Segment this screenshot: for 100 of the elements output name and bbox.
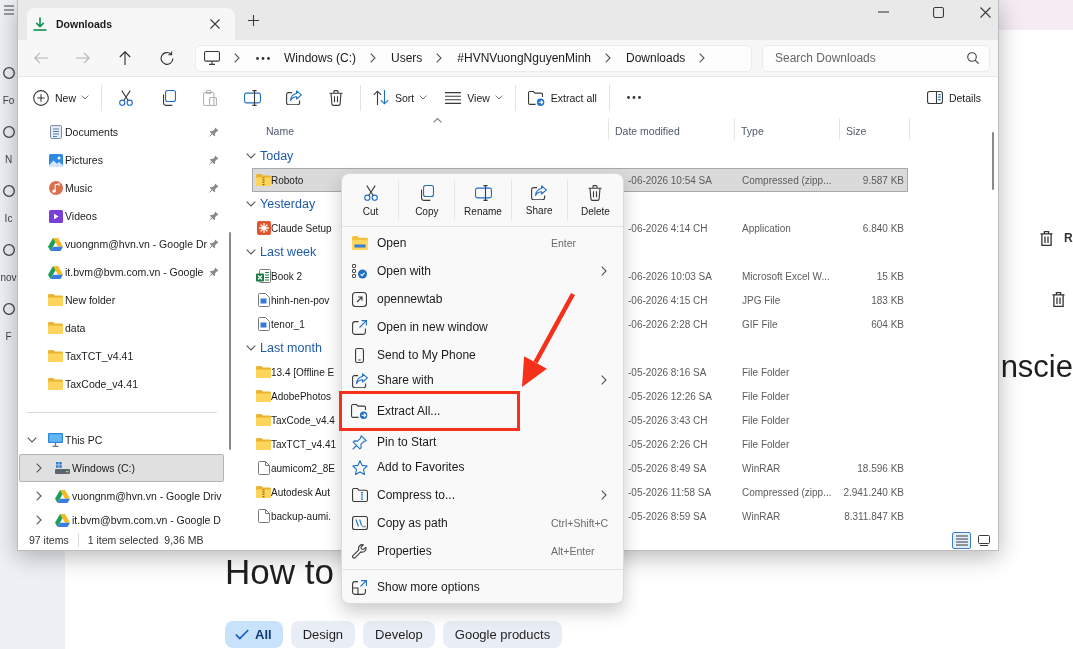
- pin-icon: [352, 434, 367, 450]
- folder-icon: [48, 322, 63, 334]
- breadcrumb-item[interactable]: Downloads: [626, 50, 686, 66]
- address-bar[interactable]: Windows (C:) Users #HVNVuongNguyenMinh Downloads: [195, 44, 752, 72]
- arrow-right-icon: [76, 52, 90, 64]
- file-name[interactable]: Book 2: [271, 269, 303, 283]
- menu-item[interactable]: Open in new window: [342, 313, 623, 341]
- file-name[interactable]: backup-aumi.: [271, 509, 332, 523]
- filter-chip[interactable]: Google products: [442, 621, 563, 648]
- menu-item[interactable]: Open Enter: [342, 229, 623, 257]
- menu-item[interactable]: Properties Alt+Enter: [342, 537, 623, 565]
- breadcrumb-item[interactable]: #HVNVuongNguyenMinh: [457, 50, 591, 66]
- sidebar-item[interactable]: it.bvm@bvm.com.vn - Google D: [19, 510, 224, 530]
- action-button[interactable]: R: [1040, 230, 1073, 246]
- search-field[interactable]: Search Downloads: [762, 44, 990, 72]
- extract-all-button[interactable]: Extract all: [521, 82, 603, 113]
- arrow-left-icon: [34, 52, 48, 64]
- file-size: 9.587 KB: [862, 173, 904, 187]
- close-icon: [979, 6, 991, 18]
- tile-view-icon: [977, 534, 990, 546]
- file-name[interactable]: tenor_1: [271, 317, 305, 331]
- share-button[interactable]: Share: [510, 180, 567, 220]
- sidebar-item[interactable]: vuongnm@hvn.vn - Google Dr: [19, 230, 224, 258]
- nav-rail-item[interactable]: F: [2, 303, 15, 343]
- column-header[interactable]: Date modified: [609, 118, 735, 140]
- details-button[interactable]: Details: [920, 82, 987, 113]
- maximize-icon: [932, 6, 944, 18]
- filter-chip[interactable]: All: [225, 621, 283, 648]
- menu-item[interactable]: Add to Favorites: [342, 453, 623, 481]
- nav-rail-item[interactable]: Ic: [2, 185, 15, 225]
- breadcrumb-item[interactable]: Windows (C:): [284, 50, 356, 66]
- menu-item[interactable]: opennewtab: [342, 285, 623, 313]
- menu-item[interactable]: Extract All...: [342, 397, 623, 425]
- menu-item[interactable]: Open with: [342, 257, 623, 285]
- column-header[interactable]: Type: [735, 118, 840, 140]
- cut-button[interactable]: Cut: [342, 180, 399, 220]
- breadcrumb-item[interactable]: Users: [391, 50, 423, 66]
- nav-rail-item[interactable]: N: [2, 126, 15, 166]
- plus-circle-icon: [33, 89, 49, 106]
- document-icon: [49, 125, 62, 139]
- view-button[interactable]: View: [439, 82, 509, 113]
- sidebar-item[interactable]: This PC: [19, 426, 224, 454]
- file-name[interactable]: Roboto: [271, 173, 304, 187]
- tab[interactable]: Downloads: [27, 8, 235, 40]
- copy-icon: [160, 89, 176, 106]
- nav-rail-item[interactable]: nov: [0, 244, 17, 284]
- sidebar-item[interactable]: Documents: [19, 118, 224, 146]
- nav-rail-item[interactable]: Fo: [2, 67, 15, 107]
- video-icon: [48, 209, 63, 223]
- file-name[interactable]: hinh-nen-pov: [271, 293, 330, 307]
- modified-date: -05-2026 12:26 SA: [628, 389, 712, 403]
- details-view-button[interactable]: [952, 531, 971, 549]
- wrench-icon: [352, 543, 367, 559]
- copy-icon: [419, 185, 435, 201]
- file-name[interactable]: Autodesk Aut: [271, 485, 330, 499]
- file-name[interactable]: AdobePhotos: [271, 389, 332, 403]
- menu-item[interactable]: Pin to Start: [342, 431, 623, 453]
- file-name[interactable]: TaxCode_v4.4: [271, 413, 335, 427]
- group-header[interactable]: Today: [236, 144, 300, 168]
- filter-chip[interactable]: Design: [290, 621, 356, 648]
- sidebar-item[interactable]: Videos: [19, 202, 224, 230]
- share-icon: [351, 372, 368, 388]
- file-name[interactable]: TaxTCT_v4.41: [271, 437, 337, 451]
- file-size: 18.596 KB: [857, 461, 904, 475]
- sidebar-item[interactable]: it.bvm@bvm.com.vn - Google: [19, 258, 224, 286]
- modified-date: -06-2026 10:03 SA: [628, 269, 712, 283]
- file-name[interactable]: aumicom2_8E: [271, 461, 335, 475]
- sidebar-item[interactable]: TaxTCT_v4.41: [19, 342, 224, 370]
- sidebar-item[interactable]: New folder: [19, 286, 224, 314]
- column-header[interactable]: Size: [840, 118, 910, 140]
- rename-button[interactable]: Rename: [454, 180, 511, 220]
- filter-chip[interactable]: Develop: [363, 621, 435, 648]
- triangle-icon: [48, 265, 63, 279]
- file-name[interactable]: 13.4 [Offline E: [271, 365, 335, 379]
- menu-item[interactable]: Copy as path Ctrl+Shift+C: [342, 509, 623, 537]
- menu-item[interactable]: Share with: [342, 369, 623, 391]
- group-header[interactable]: Yesterday: [236, 192, 322, 216]
- column-header[interactable]: Name: [252, 118, 609, 140]
- menu-item[interactable]: Show more options: [342, 573, 623, 601]
- sidebar-item[interactable]: TaxCode_v4.41: [19, 370, 224, 398]
- icon-button[interactable]: [1052, 291, 1065, 307]
- sidebar-item[interactable]: data: [19, 314, 224, 342]
- file-name[interactable]: Claude Setup: [271, 221, 332, 235]
- menu-item[interactable]: Send to My Phone: [342, 341, 623, 369]
- sort-button[interactable]: Sort: [367, 82, 434, 113]
- sidebar-item[interactable]: Pictures: [19, 146, 224, 174]
- new-button[interactable]: New: [27, 82, 95, 113]
- copy-button[interactable]: Copy: [398, 180, 455, 220]
- delete-button[interactable]: Delete: [566, 180, 623, 220]
- group-header[interactable]: Last week: [236, 240, 323, 264]
- chevron-right-icon: [605, 53, 611, 63]
- circle-icon: [2, 244, 15, 256]
- group-header[interactable]: Last month: [236, 336, 328, 360]
- list-icon: [445, 91, 462, 104]
- menu-item[interactable]: Compress to...: [342, 481, 623, 509]
- sidebar-item[interactable]: vuongnm@hvn.vn - Google Driv: [19, 482, 224, 510]
- trash-icon: [1052, 291, 1065, 307]
- sidebar-item[interactable]: Music: [19, 174, 224, 202]
- more-icon: [256, 56, 270, 60]
- sidebar-item[interactable]: Windows (C:): [19, 454, 224, 482]
